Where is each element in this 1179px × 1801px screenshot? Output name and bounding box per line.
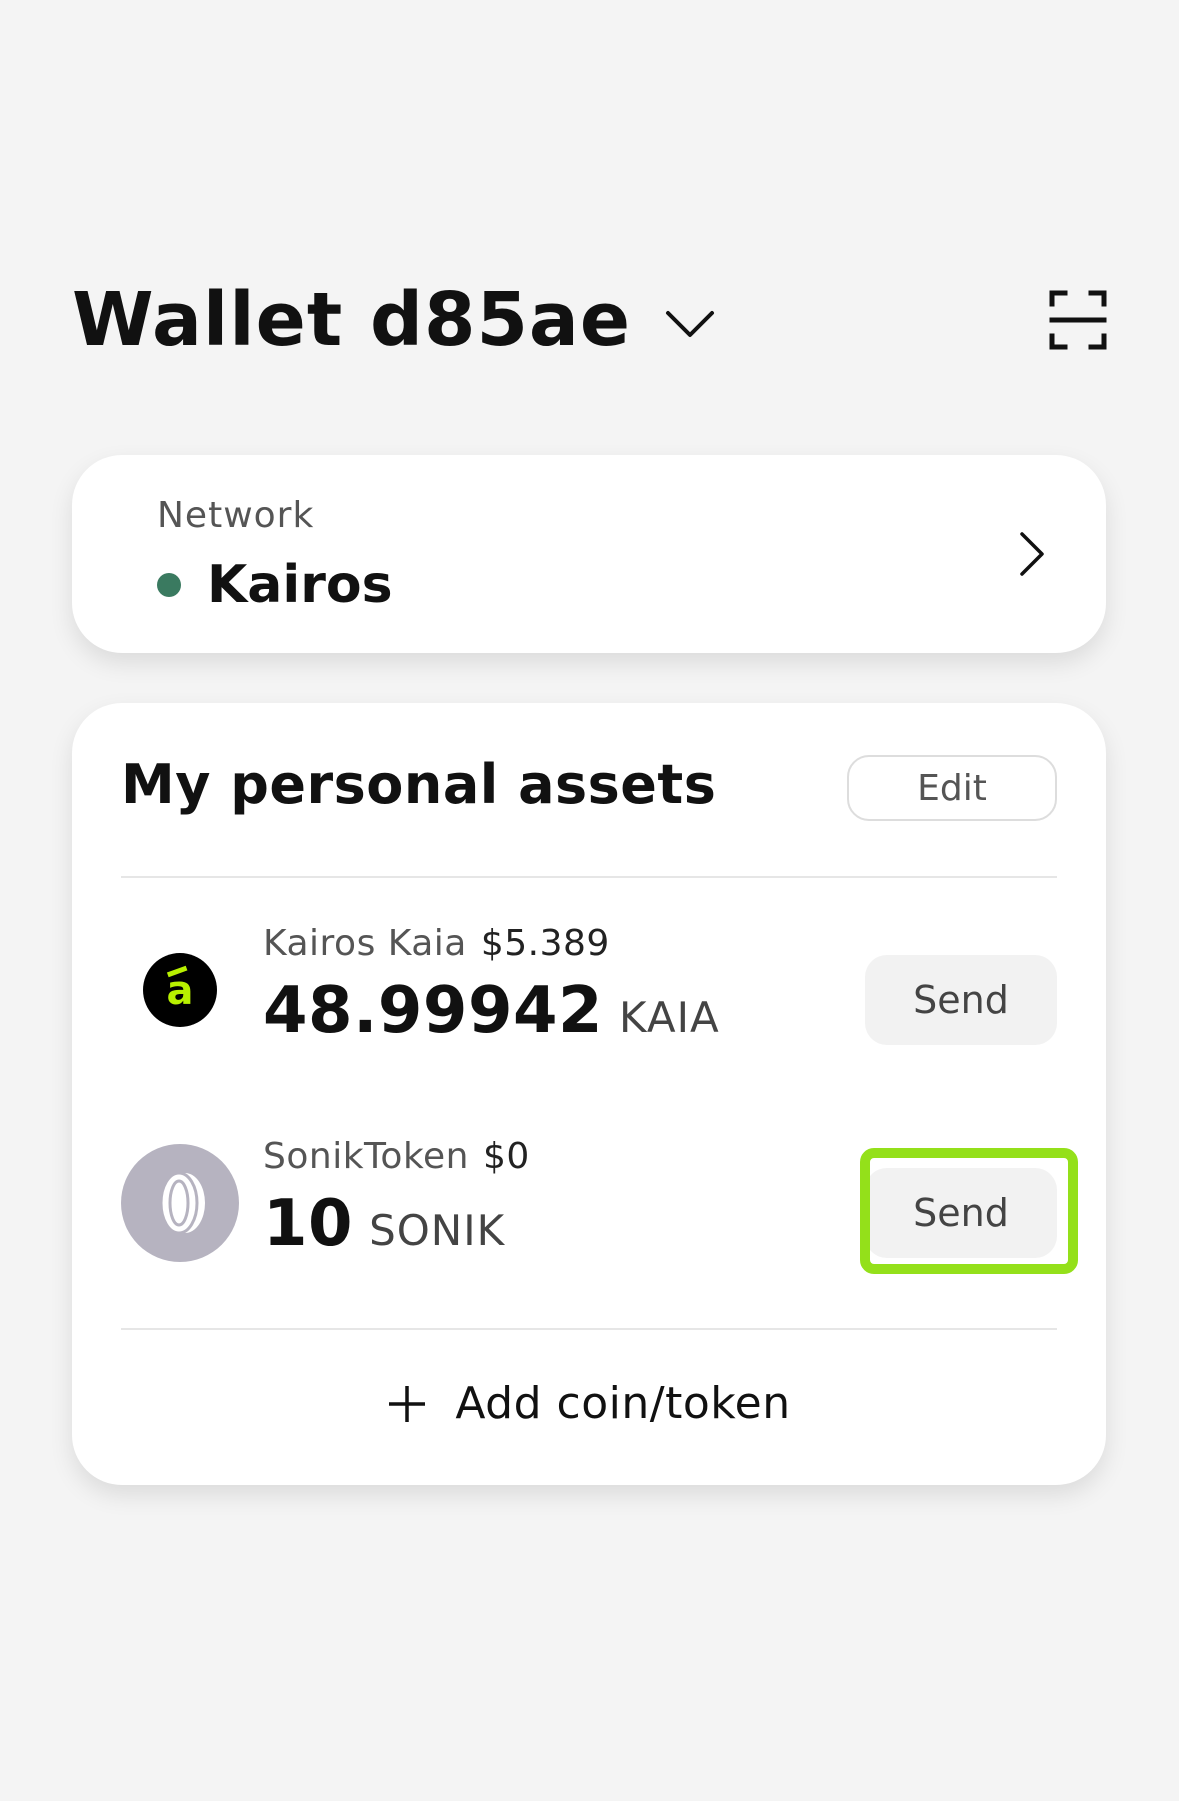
- asset-amount-line: 48.99942 KAIA: [263, 974, 720, 1048]
- network-value: Kairos: [157, 555, 393, 615]
- asset-name: Kairos Kaia: [263, 923, 467, 964]
- divider: [121, 876, 1057, 878]
- asset-info: SonikToken $0 10 SONIK: [263, 1136, 530, 1261]
- asset-price: $0: [482, 1136, 530, 1177]
- asset-amount-line: 10 SONIK: [263, 1187, 530, 1261]
- network-status-dot: [157, 573, 181, 597]
- plus-icon: [389, 1385, 426, 1422]
- divider: [121, 1328, 1057, 1330]
- chevron-down-icon: [666, 311, 715, 337]
- add-coin-button[interactable]: Add coin/token: [72, 1378, 1106, 1429]
- asset-amount: 48.99942: [263, 974, 604, 1048]
- wallet-name: Wallet d85ae: [72, 277, 632, 363]
- generic-coin-icon: [121, 1144, 239, 1262]
- wallet-selector[interactable]: Wallet d85ae: [72, 270, 715, 370]
- add-coin-label: Add coin/token: [455, 1378, 791, 1429]
- send-button[interactable]: Send: [865, 1168, 1057, 1258]
- edit-button[interactable]: Edit: [847, 755, 1057, 821]
- asset-row-kaia[interactable]: a Kairos Kaia $5.389 48.99942 KAIA Send: [121, 923, 1057, 1063]
- asset-name-line: Kairos Kaia $5.389: [263, 923, 720, 964]
- asset-amount: 10: [263, 1187, 354, 1261]
- send-button[interactable]: Send: [865, 955, 1057, 1045]
- asset-symbol: KAIA: [619, 993, 720, 1042]
- network-label: Network: [157, 495, 315, 536]
- asset-info: Kairos Kaia $5.389 48.99942 KAIA: [263, 923, 720, 1048]
- scan-qr-icon[interactable]: [1049, 290, 1107, 350]
- network-card[interactable]: Network Kairos: [72, 455, 1106, 653]
- asset-row-sonik[interactable]: SonikToken $0 10 SONIK Send: [121, 1136, 1078, 1276]
- chevron-right-icon: [1020, 532, 1044, 576]
- kaia-logo-icon: a: [121, 931, 239, 1049]
- header: Wallet d85ae: [72, 270, 1107, 370]
- network-name: Kairos: [207, 555, 393, 615]
- asset-name-line: SonikToken $0: [263, 1136, 530, 1177]
- assets-card: My personal assets Edit a Kairos Kaia $5…: [72, 703, 1106, 1485]
- asset-price: $5.389: [480, 923, 610, 964]
- asset-name: SonikToken: [263, 1136, 469, 1177]
- assets-title: My personal assets: [121, 753, 717, 816]
- asset-symbol: SONIK: [369, 1206, 506, 1255]
